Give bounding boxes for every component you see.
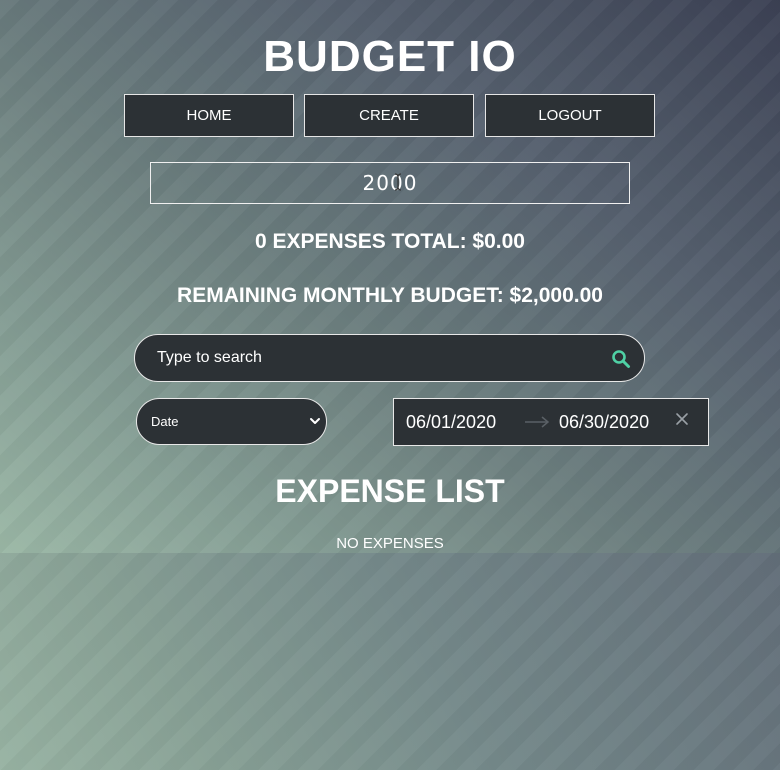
text-cursor-icon (394, 173, 402, 191)
home-button[interactable]: HOME (124, 94, 294, 137)
empty-state-message: NO EXPENSES (336, 535, 444, 552)
expense-list-title: EXPENSE LIST (275, 473, 505, 509)
sort-select[interactable]: Date (136, 398, 327, 445)
search-input[interactable] (157, 335, 597, 381)
end-date-input[interactable]: 06/30/2020 (559, 412, 649, 433)
arrow-right-icon (525, 416, 550, 428)
date-range-picker: 06/01/2020 06/30/2020 (393, 398, 709, 446)
search-bar (134, 334, 645, 382)
app-title: BUDGET IO (263, 32, 517, 81)
create-button[interactable]: CREATE (304, 94, 474, 137)
start-date-input[interactable]: 06/01/2020 (406, 412, 496, 433)
search-icon[interactable] (611, 349, 631, 369)
sort-selected-value: Date (151, 414, 179, 429)
expenses-total: 0 EXPENSES TOTAL: $0.00 (255, 230, 525, 253)
close-icon[interactable] (675, 412, 689, 426)
budget-input[interactable] (150, 162, 630, 204)
logout-button[interactable]: LOGOUT (485, 94, 655, 137)
chevron-down-icon (310, 418, 320, 424)
remaining-budget: REMAINING MONTHLY BUDGET: $2,000.00 (177, 284, 603, 307)
app: BUDGET IO HOME CREATE LOGOUT 0 EXPENSES … (0, 0, 780, 770)
